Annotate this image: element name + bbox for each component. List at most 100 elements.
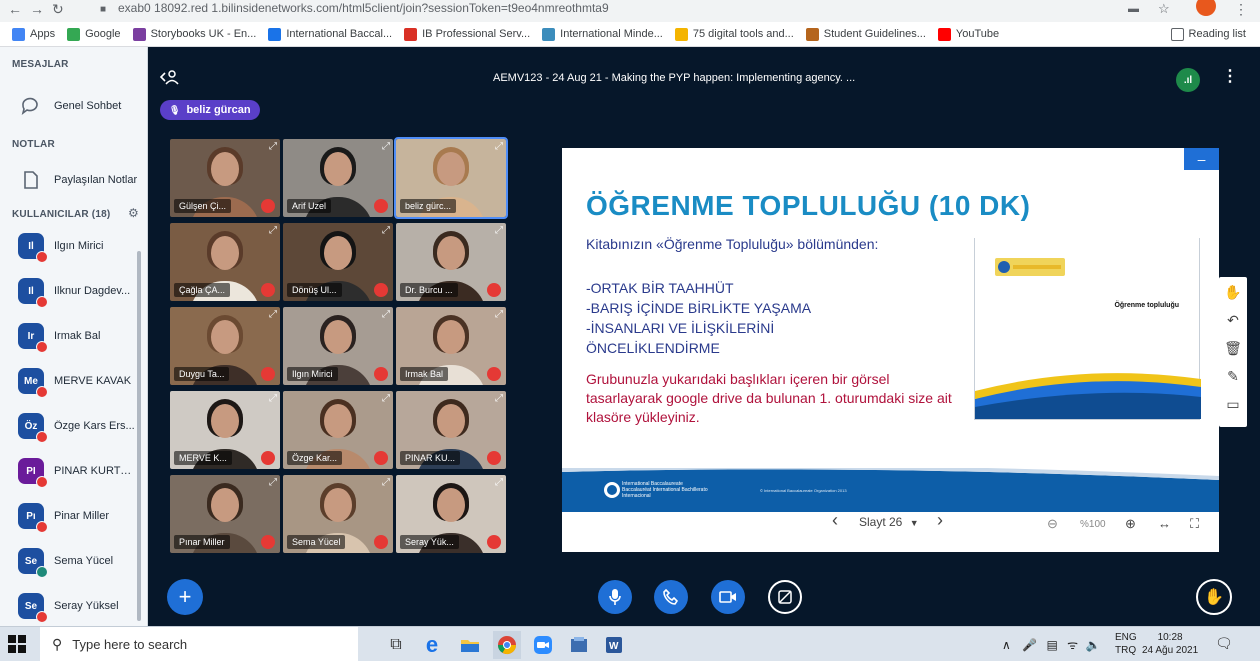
- participant-name[interactable]: Çağla ÇA...: [174, 283, 231, 297]
- webcam-tile[interactable]: ⤢ Dönüş Ul...: [283, 223, 393, 301]
- expand-icon[interactable]: ⤢: [269, 309, 277, 320]
- participant-name[interactable]: Gülşen Çi...: [174, 199, 232, 213]
- fit-width-button[interactable]: ↔: [1158, 516, 1171, 531]
- zoom-in-button[interactable]: ⊕: [1125, 516, 1136, 532]
- actions-plus-button[interactable]: +: [167, 579, 203, 615]
- participant-name[interactable]: Seray Yük...: [400, 535, 459, 549]
- browser-menu-icon[interactable]: ⋮: [1234, 1, 1248, 18]
- input-language-indicator[interactable]: ENG TRQ: [1115, 631, 1137, 657]
- bookmark-item[interactable]: Google: [67, 27, 121, 41]
- webcam-tile[interactable]: ⤢ Dr. Burcu ...: [396, 223, 506, 301]
- notification-center-icon[interactable]: 🗨: [1215, 635, 1233, 652]
- system-tray[interactable]: ∧ 🎤 ▤ ᯤ 🔈: [1002, 636, 1100, 653]
- word-icon[interactable]: W: [600, 631, 628, 659]
- participant-name[interactable]: Pınar Miller: [174, 535, 230, 549]
- cast-icon[interactable]: ▬: [1128, 3, 1139, 15]
- file-manager-icon[interactable]: [565, 631, 593, 659]
- bookmark-item[interactable]: 75 digital tools and...: [674, 27, 794, 41]
- expand-icon[interactable]: ⤢: [495, 141, 503, 152]
- expand-icon[interactable]: ⤢: [495, 477, 503, 488]
- user-list-item[interactable]: Ir Irmak Bal: [18, 323, 100, 353]
- participant-name[interactable]: PINAR KU...: [400, 451, 461, 465]
- expand-icon[interactable]: ⤢: [382, 393, 390, 404]
- tray-chevron-icon[interactable]: ∧: [1002, 638, 1011, 652]
- expand-icon[interactable]: ⤢: [495, 225, 503, 236]
- fullscreen-button[interactable]: ⛶: [1190, 516, 1199, 532]
- participant-name[interactable]: Sema Yücel: [287, 535, 346, 549]
- webcam-tile[interactable]: ⤢ PINAR KU...: [396, 391, 506, 469]
- user-list-item[interactable]: Il Ilknur Dagdev...: [18, 278, 130, 308]
- reload-icon[interactable]: ↻: [52, 1, 64, 18]
- previous-slide-button[interactable]: ‹: [832, 510, 838, 531]
- user-list-item[interactable]: Öz Özge Kars Ers...: [18, 413, 135, 443]
- expand-icon[interactable]: ⤢: [495, 393, 503, 404]
- zoom-out-button[interactable]: ⊖: [1047, 516, 1058, 532]
- participant-name[interactable]: Dr. Burcu ...: [400, 283, 458, 297]
- user-list-item[interactable]: Me MERVE KAVAK: [18, 368, 131, 398]
- hand-tool-icon[interactable]: ✋: [1219, 279, 1247, 305]
- participant-name[interactable]: Ilgın Mirici: [287, 367, 338, 381]
- raise-hand-button[interactable]: ✋: [1196, 579, 1232, 615]
- bookmark-item[interactable]: International Minde...: [542, 27, 663, 41]
- whiteboard-icon[interactable]: ▭: [1219, 391, 1247, 417]
- webcam-tile[interactable]: ⤢ Seray Yük...: [396, 475, 506, 553]
- bookmark-star-icon[interactable]: ☆: [1158, 1, 1170, 17]
- participant-name[interactable]: Irmak Bal: [400, 367, 449, 381]
- microphone-button[interactable]: [598, 580, 632, 614]
- expand-icon[interactable]: ⤢: [269, 477, 277, 488]
- expand-icon[interactable]: ⤢: [269, 141, 277, 152]
- webcam-tile[interactable]: ⤢ Duygu Ta...: [170, 307, 280, 385]
- webcam-tile[interactable]: ⤢ Ilgın Mirici: [283, 307, 393, 385]
- screen-share-button[interactable]: [768, 580, 802, 614]
- tray-network-icon[interactable]: ▤: [1046, 638, 1057, 652]
- address-bar[interactable]: exab0 18092.red 1.bilinsidenetworks.com/…: [118, 1, 609, 15]
- file-explorer-icon[interactable]: [456, 631, 484, 659]
- expand-icon[interactable]: ⤢: [382, 225, 390, 236]
- taskbar-search-box[interactable]: ⚲ Type here to search: [40, 627, 358, 661]
- users-settings-gear-icon[interactable]: ⚙: [128, 206, 139, 220]
- participant-name[interactable]: Özge Kar...: [287, 451, 343, 465]
- tray-volume-icon[interactable]: 🔈: [1085, 638, 1100, 652]
- slide-selector[interactable]: Slayt 26 ▼: [859, 515, 919, 529]
- webcam-tile[interactable]: ⤢ Gülşen Çi...: [170, 139, 280, 217]
- task-view-icon[interactable]: ⧉: [382, 631, 410, 659]
- trash-icon[interactable]: 🗑: [1219, 335, 1247, 361]
- chrome-icon[interactable]: [493, 631, 521, 659]
- tray-wifi-icon[interactable]: ᯤ: [1067, 638, 1078, 652]
- webcam-tile[interactable]: ⤢ Çağla ÇA...: [170, 223, 280, 301]
- webcam-tile[interactable]: ⤢ Pınar Miller: [170, 475, 280, 553]
- shared-notes-item[interactable]: Paylaşılan Notlar: [20, 169, 137, 191]
- talking-indicator[interactable]: 🎙 beliz gürcan: [160, 100, 260, 120]
- bookmark-item[interactable]: International Baccal...: [268, 27, 392, 41]
- zoom-app-icon[interactable]: [529, 631, 557, 659]
- expand-icon[interactable]: ⤢: [382, 309, 390, 320]
- reading-list-button[interactable]: Reading list: [1170, 27, 1246, 41]
- tray-mic-icon[interactable]: 🎤: [1022, 638, 1037, 652]
- bookmark-item[interactable]: Storybooks UK - En...: [132, 27, 256, 41]
- back-users-icon[interactable]: [159, 69, 180, 88]
- bookmark-item[interactable]: Apps: [12, 27, 55, 41]
- webcam-tile[interactable]: ⤢ Özge Kar...: [283, 391, 393, 469]
- user-list-item[interactable]: Se Seray Yüksel: [18, 593, 119, 623]
- bookmark-item[interactable]: YouTube: [937, 27, 999, 41]
- participant-name[interactable]: MERVE K...: [174, 451, 232, 465]
- user-list-item[interactable]: Pı Pinar Miller: [18, 503, 109, 533]
- participant-name[interactable]: Dönüş Ul...: [287, 283, 342, 297]
- taskbar-clock[interactable]: 10:28 24 Ağu 2021: [1142, 631, 1198, 657]
- participant-name[interactable]: Arif Uzel: [287, 199, 332, 213]
- webcam-tile[interactable]: ⤢ Irmak Bal: [396, 307, 506, 385]
- site-info-icon[interactable]: ■: [100, 4, 106, 15]
- expand-icon[interactable]: ⤢: [382, 477, 390, 488]
- windows-start-icon[interactable]: [8, 635, 26, 653]
- forward-arrow-icon[interactable]: →: [30, 1, 44, 17]
- user-list-item[interactable]: Il Ilgın Mirici: [18, 233, 104, 263]
- webcam-tile[interactable]: ⤢ beliz gürc...: [394, 137, 508, 219]
- edge-browser-icon[interactable]: e: [418, 631, 446, 659]
- sidebar-scrollbar[interactable]: [137, 251, 141, 621]
- profile-avatar[interactable]: [1196, 0, 1216, 16]
- expand-icon[interactable]: ⤢: [495, 309, 503, 320]
- user-list-item[interactable]: Se Sema Yücel: [18, 548, 113, 578]
- minimize-presentation-button[interactable]: –: [1184, 148, 1219, 170]
- expand-icon[interactable]: ⤢: [269, 225, 277, 236]
- participant-name[interactable]: beliz gürc...: [400, 199, 457, 213]
